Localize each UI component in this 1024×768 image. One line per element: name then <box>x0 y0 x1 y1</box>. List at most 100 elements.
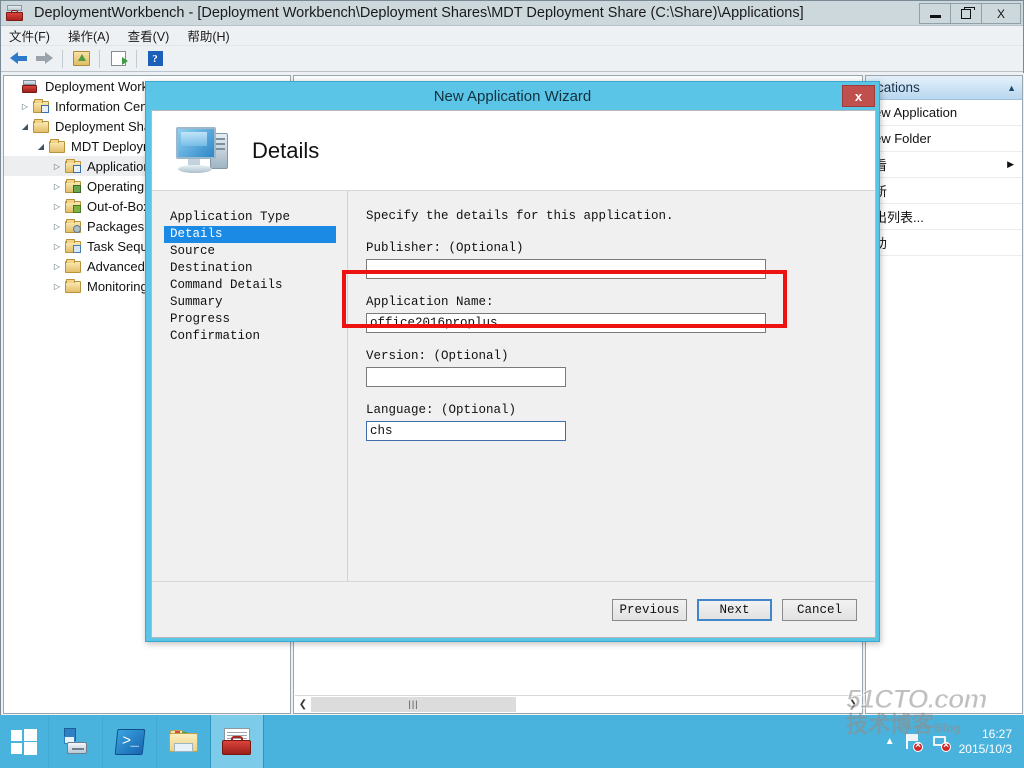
twisty-icon[interactable]: ◢ <box>34 142 48 151</box>
twisty-icon[interactable]: ◢ <box>18 122 32 131</box>
deployment-workbench-icon <box>221 727 253 756</box>
wizard-step-source[interactable]: Source <box>164 243 347 260</box>
action-refresh[interactable]: 新 <box>866 178 1022 204</box>
twisty-icon[interactable]: ▷ <box>50 182 64 191</box>
toolbar-separator <box>136 49 137 68</box>
wizard-step-details[interactable]: Details <box>164 226 336 243</box>
publisher-label: Publisher: (Optional) <box>366 241 524 255</box>
workbench-icon <box>22 79 40 94</box>
network-icon[interactable] <box>931 732 951 752</box>
toolbox-icon <box>4 3 26 23</box>
up-folder-icon[interactable] <box>69 48 93 70</box>
folder-info-icon <box>32 98 50 114</box>
tree-node-label: Packages <box>87 218 145 234</box>
application-name-input[interactable] <box>366 313 766 333</box>
toolbar-separator <box>99 49 100 68</box>
actions-pane: ications ▲ ew Application ew Folder 看 ▶ … <box>865 75 1023 714</box>
computer-icon <box>174 123 234 179</box>
menu-bar: 文件(F) 操作(A) 查看(V) 帮助(H) <box>1 26 1023 46</box>
scrollbar-track[interactable]: ||| <box>311 696 845 712</box>
twisty-icon[interactable]: ▷ <box>50 202 64 211</box>
version-label: Version: (Optional) <box>366 349 509 363</box>
scroll-left-button[interactable]: ❮ <box>295 696 311 712</box>
powershell-icon <box>114 728 145 755</box>
application-name-label: Application Name: <box>366 295 494 309</box>
twisty-icon[interactable]: ▷ <box>50 262 64 271</box>
action-center-flag-icon[interactable] <box>903 732 923 752</box>
wizard-titlebar: New Application Wizard x <box>146 82 879 110</box>
window-title: DeploymentWorkbench - [Deployment Workbe… <box>34 5 804 21</box>
minimize-button[interactable] <box>919 3 951 24</box>
publisher-input[interactable] <box>366 259 766 279</box>
actions-pane-title: ications <box>874 80 920 95</box>
export-list-icon[interactable] <box>106 48 130 70</box>
action-help[interactable]: 助 <box>866 230 1022 256</box>
close-button[interactable]: X <box>981 3 1021 24</box>
system-tray: ▲ 16:27 2015/10/3 <box>885 715 1024 768</box>
menu-action[interactable]: 操作(A) <box>68 26 110 45</box>
folder-driver-icon <box>64 198 82 214</box>
action-label: ew Folder <box>874 131 932 146</box>
forward-icon[interactable] <box>32 48 56 70</box>
menu-help[interactable]: 帮助(H) <box>187 26 229 45</box>
wizard-step-command-details[interactable]: Command Details <box>164 277 347 294</box>
version-field-group: Version: (Optional) <box>366 349 853 387</box>
taskbar-item-deployment-workbench[interactable] <box>210 715 264 768</box>
cancel-button[interactable]: Cancel <box>782 598 857 621</box>
taskbar-item-file-explorer[interactable] <box>156 715 210 768</box>
chevron-up-icon[interactable]: ▲ <box>1007 83 1016 93</box>
start-button[interactable] <box>0 715 48 768</box>
twisty-icon[interactable]: ▷ <box>50 162 64 171</box>
scroll-right-button[interactable]: ❯ <box>845 696 861 712</box>
next-button[interactable]: Next <box>697 598 772 621</box>
tree-node-label: Monitoring <box>87 278 148 294</box>
tray-expand-icon[interactable]: ▲ <box>885 736 895 747</box>
language-input[interactable] <box>366 421 566 441</box>
menu-view[interactable]: 查看(V) <box>128 26 170 45</box>
scrollbar-thumb[interactable]: ||| <box>311 696 516 712</box>
taskbar-item-server-manager[interactable] <box>48 715 102 768</box>
version-input[interactable] <box>366 367 566 387</box>
application-name-field-group: Application Name: <box>366 295 853 333</box>
submenu-arrow-icon: ▶ <box>1007 159 1014 169</box>
actions-pane-header[interactable]: ications ▲ <box>866 76 1022 100</box>
folder-icon <box>64 258 82 274</box>
wizard-step-progress[interactable]: Progress <box>164 311 347 328</box>
action-new-application[interactable]: ew Application <box>866 100 1022 126</box>
wizard-step-summary[interactable]: Summary <box>164 294 347 311</box>
folder-os-icon <box>64 178 82 194</box>
window-controls: X <box>919 3 1021 24</box>
language-field-group: Language: (Optional) <box>366 403 853 441</box>
maximize-button[interactable] <box>950 3 982 24</box>
folder-icon <box>48 138 66 154</box>
twisty-icon[interactable]: ▷ <box>50 222 64 231</box>
twisty-icon[interactable]: ▷ <box>50 242 64 251</box>
help-icon[interactable]: ? <box>143 48 167 70</box>
action-new-folder[interactable]: ew Folder <box>866 126 1022 152</box>
twisty-icon[interactable]: ▷ <box>50 282 64 291</box>
wizard-step-application-type[interactable]: Application Type <box>164 209 347 226</box>
windows-logo-icon <box>11 728 37 755</box>
twisty-icon[interactable]: ▷ <box>18 102 32 111</box>
wizard-step-destination[interactable]: Destination <box>164 260 347 277</box>
clock-time: 16:27 <box>981 726 1012 741</box>
folder-icon <box>64 278 82 294</box>
clock[interactable]: 16:27 2015/10/3 <box>959 727 1016 757</box>
file-explorer-icon <box>168 729 199 754</box>
previous-button[interactable]: Previous <box>612 598 687 621</box>
wizard-title: New Application Wizard <box>433 87 592 105</box>
back-icon[interactable] <box>6 48 30 70</box>
menu-file[interactable]: 文件(F) <box>9 26 50 45</box>
action-label: 出列表... <box>874 210 924 225</box>
new-application-wizard-dialog: New Application Wizard x Details Applica… <box>145 81 880 642</box>
wizard-close-button[interactable]: x <box>842 85 875 107</box>
action-export-list[interactable]: 出列表... <box>866 204 1022 230</box>
wizard-step-confirmation[interactable]: Confirmation <box>164 328 347 345</box>
wizard-banner: Details <box>152 111 875 191</box>
folder-tasksequence-icon <box>64 238 82 254</box>
action-view[interactable]: 看 ▶ <box>866 152 1022 178</box>
taskbar-item-powershell[interactable] <box>102 715 156 768</box>
toolbar: ? <box>1 46 1023 72</box>
taskbar: ▲ 16:27 2015/10/3 <box>0 715 1024 768</box>
horizontal-scrollbar[interactable]: ❮ ||| ❯ <box>295 695 861 712</box>
